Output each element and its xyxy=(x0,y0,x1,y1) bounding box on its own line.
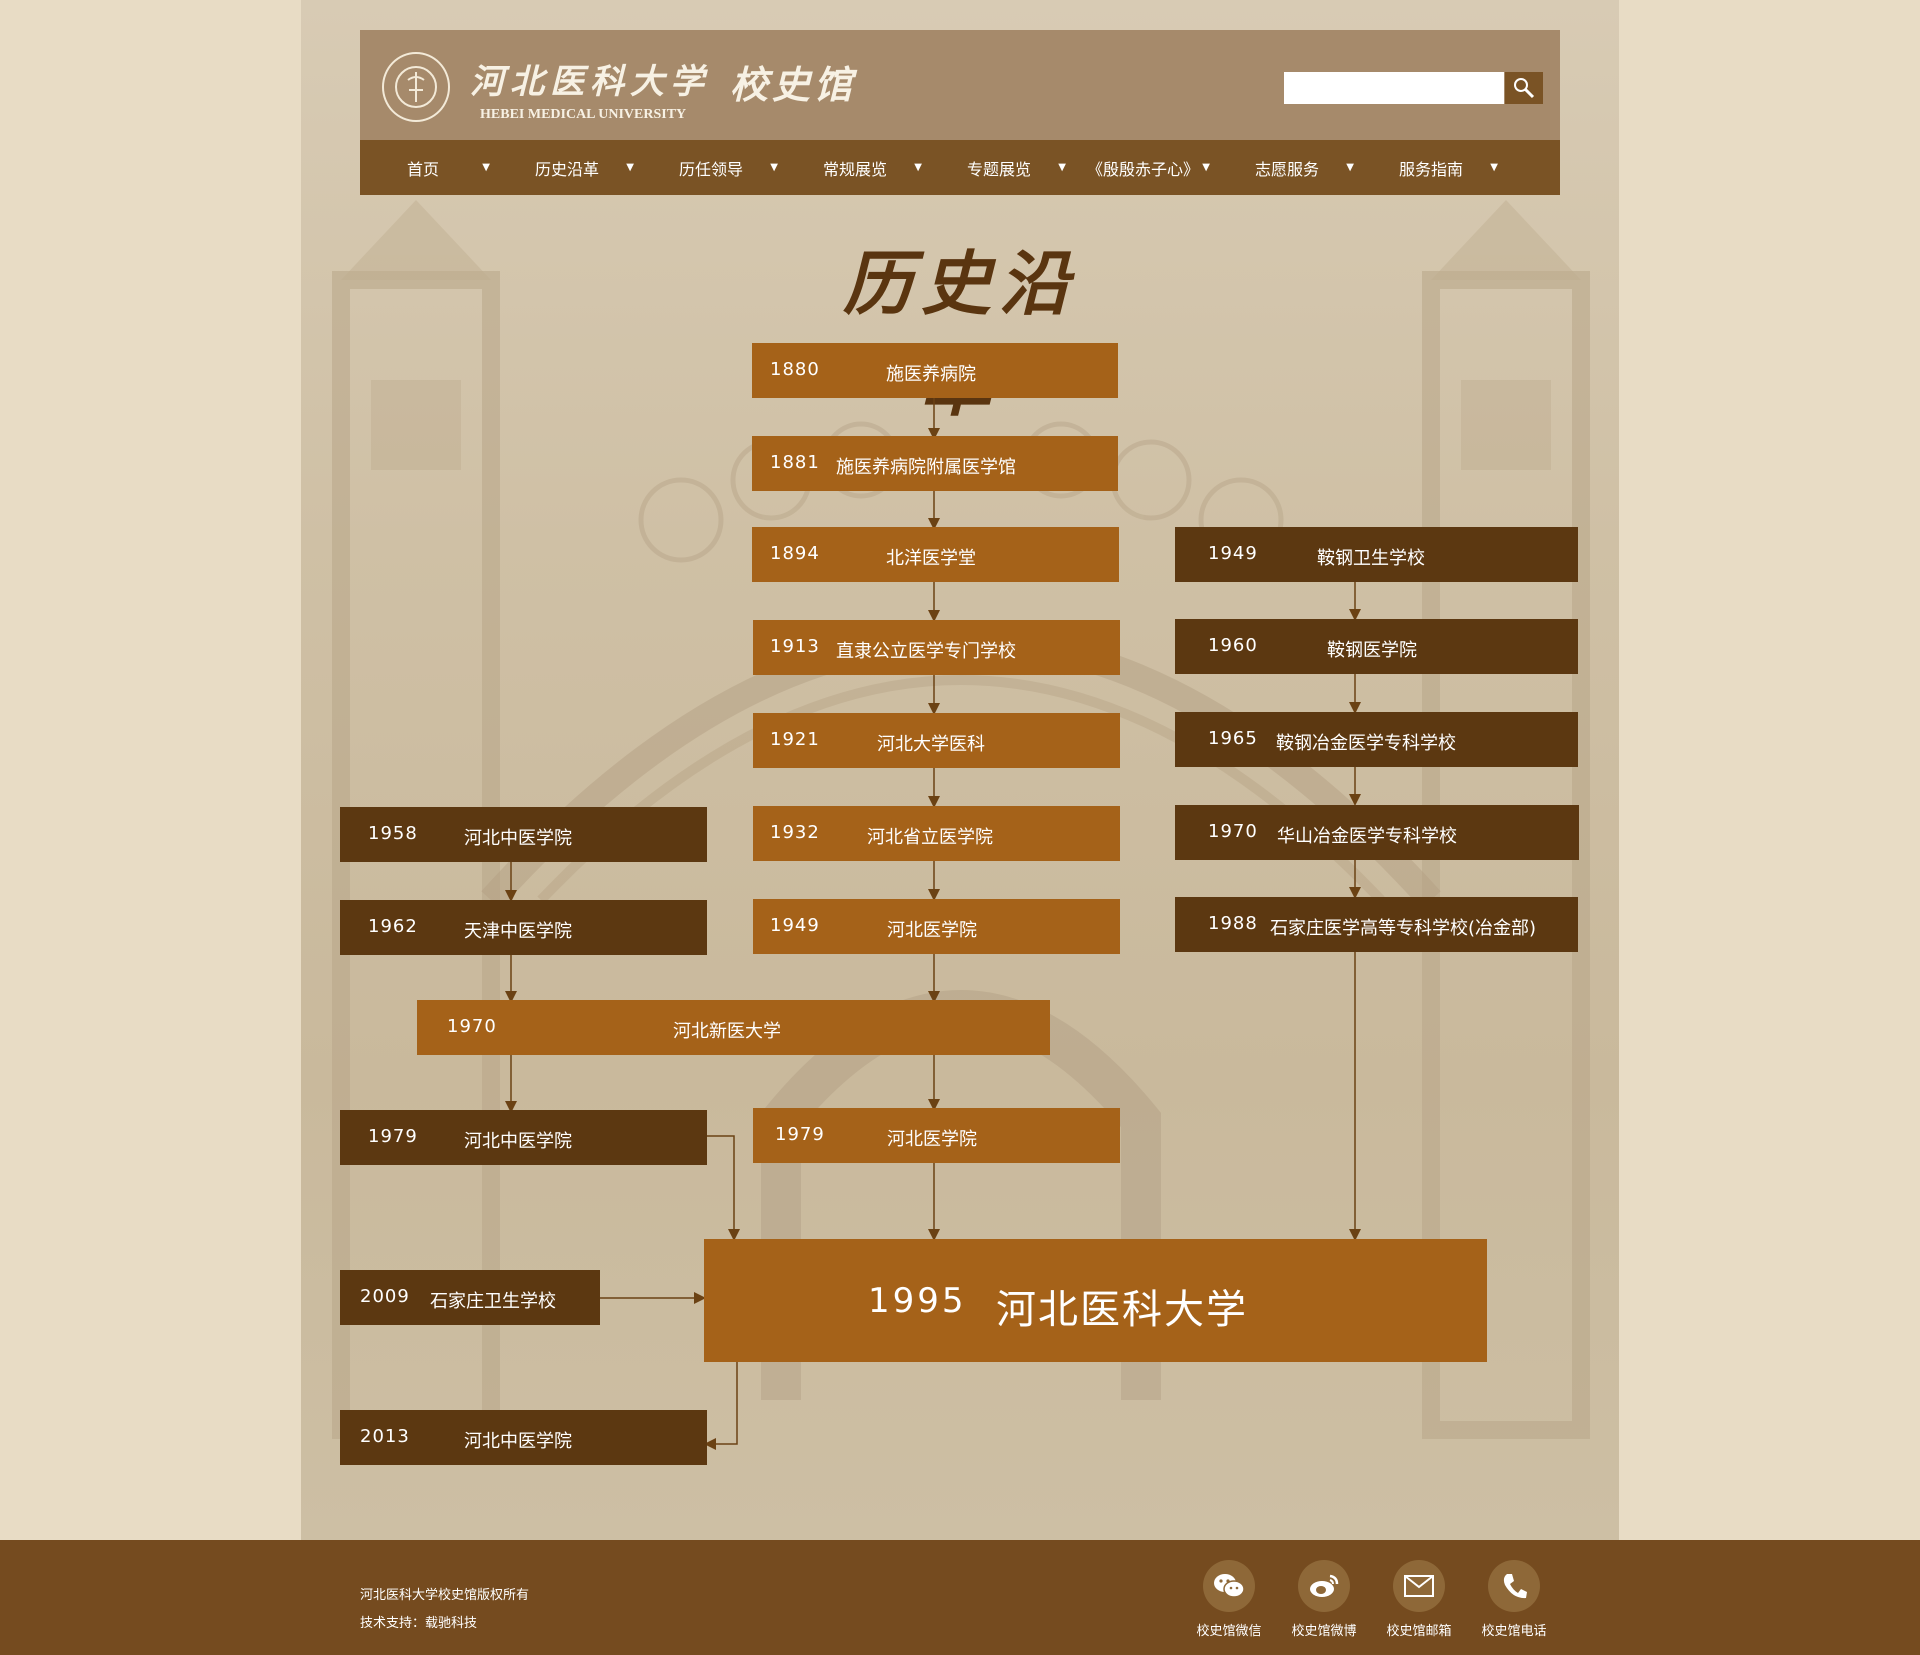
timeline-name: 天津中医学院 xyxy=(464,921,572,942)
social-mail[interactable]: 校史馆邮箱 xyxy=(1374,1560,1464,1639)
timeline-name: 鞍钢医学院 xyxy=(1327,640,1417,661)
timeline-name: 河北省立医学院 xyxy=(867,827,993,848)
timeline-box-right-1970[interactable]: 1970 华山冶金医学专科学校 xyxy=(1175,805,1579,860)
timeline-name: 河北中医学院 xyxy=(464,1431,572,1452)
timeline-year: 1881 xyxy=(770,452,820,473)
timeline-box-main-1932[interactable]: 1932 河北省立医学院 xyxy=(753,806,1120,861)
timeline-box-main-1881[interactable]: 1881 施医养病院附属医学馆 xyxy=(752,436,1118,491)
timeline-box-main-1913[interactable]: 1913 直隶公立医学专门学校 xyxy=(753,620,1120,675)
wechat-icon xyxy=(1203,1560,1255,1612)
timeline-name: 河北医学院 xyxy=(887,1129,977,1150)
phone-icon xyxy=(1488,1560,1540,1612)
timeline-year: 2013 xyxy=(360,1426,410,1447)
timeline-box-right-1965[interactable]: 1965 鞍钢冶金医学专科学校 xyxy=(1175,712,1578,767)
social-weibo[interactable]: 校史馆微博 xyxy=(1279,1560,1369,1639)
timeline-year: 1949 xyxy=(1208,543,1258,564)
timeline-year: 1995 xyxy=(868,1281,967,1321)
timeline-box-left-1958[interactable]: 1958 河北中医学院 xyxy=(340,807,707,862)
timeline-name: 北洋医学堂 xyxy=(886,548,976,569)
timeline-name: 石家庄卫生学校 xyxy=(430,1291,556,1312)
timeline-box-right-1988[interactable]: 1988 石家庄医学高等专科学校(冶金部) xyxy=(1175,897,1578,952)
timeline-name: 施医养病院 xyxy=(886,364,976,385)
social-wechat[interactable]: 校史馆微信 xyxy=(1184,1560,1274,1639)
footer-copyright: 河北医科大学校史馆版权所有 xyxy=(360,1588,530,1603)
timeline-name: 河北大学医科 xyxy=(877,734,985,755)
social-label: 校史馆邮箱 xyxy=(1386,1624,1452,1639)
social-phone[interactable]: 校史馆电话 xyxy=(1469,1560,1559,1639)
timeline-year: 1932 xyxy=(770,822,820,843)
timeline-box-main-1894[interactable]: 1894 北洋医学堂 xyxy=(752,527,1119,582)
timeline-name: 鞍钢冶金医学专科学校 xyxy=(1276,733,1456,754)
timeline-box-left-2013[interactable]: 2013 河北中医学院 xyxy=(340,1410,707,1465)
timeline-box-right-1960[interactable]: 1960 鞍钢医学院 xyxy=(1175,619,1578,674)
timeline-year: 1921 xyxy=(770,729,820,750)
timeline-name: 华山冶金医学专科学校 xyxy=(1277,826,1457,847)
timeline-name: 河北中医学院 xyxy=(464,1131,572,1152)
timeline-year: 1880 xyxy=(770,359,820,380)
timeline-box-left-1979[interactable]: 1979 河北中医学院 xyxy=(340,1110,707,1165)
timeline-year: 2009 xyxy=(360,1286,410,1307)
timeline-name: 河北医科大学 xyxy=(996,1287,1248,1333)
timeline-box-main-1949[interactable]: 1949 河北医学院 xyxy=(753,899,1120,954)
timeline-box-main-1979[interactable]: 1979 河北医学院 xyxy=(753,1108,1120,1163)
timeline-name: 河北医学院 xyxy=(887,920,977,941)
site-footer: 河北医科大学校史馆版权所有 技术支持：载驰科技 xyxy=(0,1540,1920,1655)
weibo-icon xyxy=(1298,1560,1350,1612)
timeline-name: 直隶公立医学专门学校 xyxy=(836,641,1016,662)
timeline-year: 1988 xyxy=(1208,913,1258,934)
mail-icon xyxy=(1393,1560,1445,1612)
timeline-box-main-1921[interactable]: 1921 河北大学医科 xyxy=(753,713,1120,768)
timeline-name: 河北中医学院 xyxy=(464,828,572,849)
timeline-box-left-2009[interactable]: 2009 石家庄卫生学校 xyxy=(340,1270,600,1325)
social-label: 校史馆微博 xyxy=(1291,1624,1357,1639)
timeline-year: 1960 xyxy=(1208,635,1258,656)
timeline-year: 1965 xyxy=(1208,728,1258,749)
timeline-year: 1962 xyxy=(368,916,418,937)
timeline-name: 施医养病院附属医学馆 xyxy=(836,457,1016,478)
timeline-box-right-1949[interactable]: 1949 鞍钢卫生学校 xyxy=(1175,527,1578,582)
timeline-name: 河北新医大学 xyxy=(673,1021,781,1042)
timeline-box-merged-1970[interactable]: 1970 河北新医大学 xyxy=(417,1000,1050,1055)
timeline-year: 1958 xyxy=(368,823,418,844)
timeline-name: 石家庄医学高等专科学校(冶金部) xyxy=(1270,918,1537,939)
timeline-year: 1979 xyxy=(368,1126,418,1147)
timeline-year: 1949 xyxy=(770,915,820,936)
timeline-box-final-1995[interactable]: 1995 河北医科大学 xyxy=(704,1239,1487,1362)
timeline-year: 1913 xyxy=(770,636,820,657)
footer-tech-support: 技术支持：载驰科技 xyxy=(360,1616,478,1631)
timeline-year: 1970 xyxy=(1208,821,1258,842)
timeline-year: 1894 xyxy=(770,543,820,564)
social-label: 校史馆电话 xyxy=(1481,1624,1547,1639)
timeline-year: 1979 xyxy=(775,1124,825,1145)
timeline-name: 鞍钢卫生学校 xyxy=(1317,548,1425,569)
timeline-box-main-1880[interactable]: 1880 施医养病院 xyxy=(752,343,1118,398)
social-label: 校史馆微信 xyxy=(1196,1624,1262,1639)
timeline-box-left-1962[interactable]: 1962 天津中医学院 xyxy=(340,900,707,955)
timeline-year: 1970 xyxy=(447,1016,497,1037)
